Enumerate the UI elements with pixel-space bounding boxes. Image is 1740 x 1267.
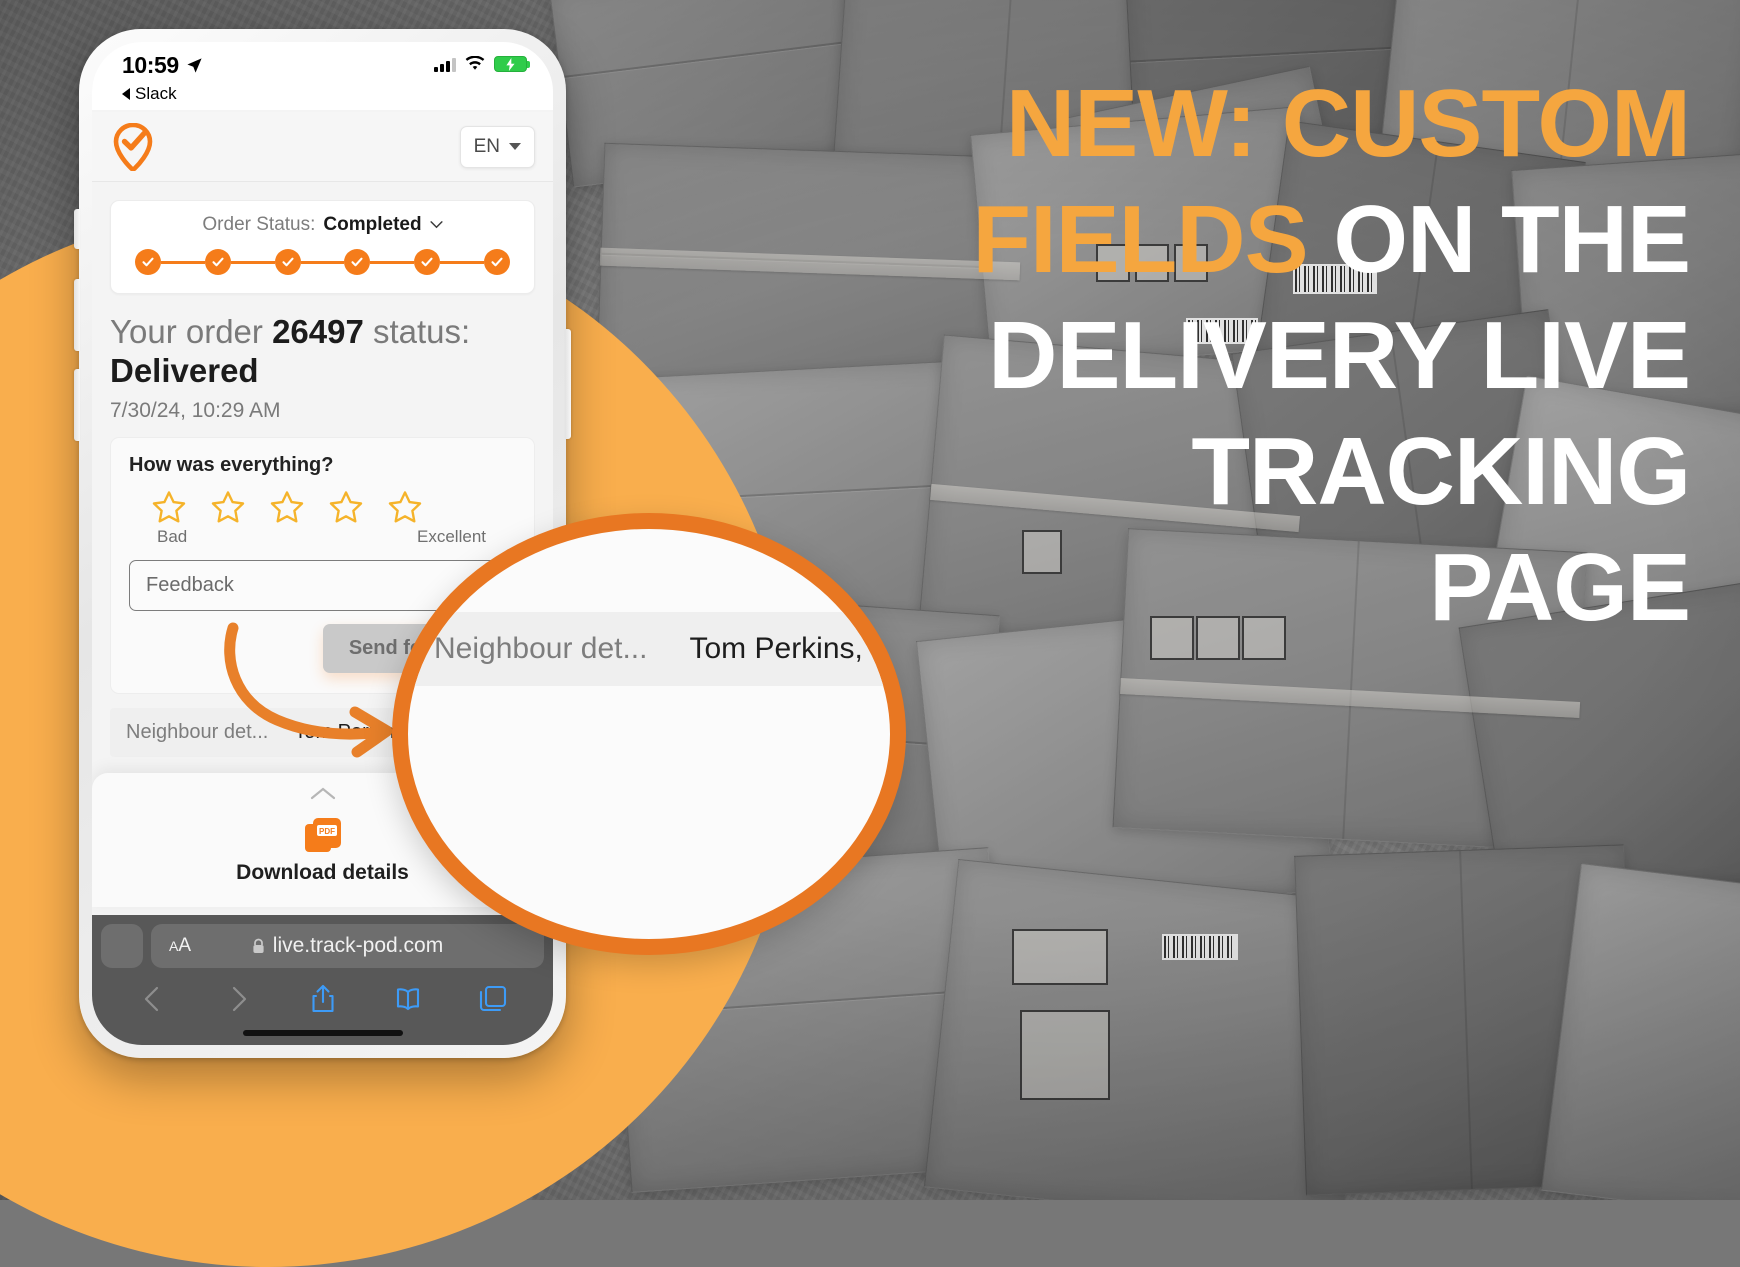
magnified-custom-field-value: Tom Perkins, door on the bbox=[689, 632, 905, 665]
volume-up-button[interactable] bbox=[74, 279, 80, 351]
step-dot bbox=[204, 249, 231, 275]
safari-toolbar bbox=[92, 968, 553, 1030]
lock-icon bbox=[253, 938, 264, 953]
star-outline-icon[interactable] bbox=[269, 490, 305, 525]
svg-text:PDF: PDF bbox=[319, 827, 335, 836]
magnified-custom-field-row: Neighbour det... Tom Perkins, door on th… bbox=[408, 612, 905, 686]
home-indicator bbox=[242, 1030, 403, 1036]
power-button[interactable] bbox=[565, 329, 571, 439]
star-label-low: Bad bbox=[157, 527, 188, 546]
safari-url-bar: AA live.track-pod.com bbox=[101, 924, 544, 968]
magnifier-content: edback Send Neighbour det... Tom Perkins… bbox=[408, 529, 905, 686]
status-bar-time: 10:59 bbox=[122, 52, 179, 78]
step-dot bbox=[414, 249, 441, 275]
charging-bolt-icon bbox=[506, 58, 515, 71]
reload-button[interactable] bbox=[101, 924, 143, 968]
back-icon[interactable] bbox=[138, 984, 168, 1014]
share-icon[interactable] bbox=[308, 984, 338, 1014]
order-status-card: Order Status: Completed bbox=[110, 200, 535, 294]
star-rating[interactable] bbox=[151, 490, 516, 525]
battery-charging-icon bbox=[494, 56, 530, 72]
order-status-value: Completed bbox=[323, 214, 422, 235]
step-dot bbox=[135, 249, 161, 275]
safari-browser-chrome: AA live.track-pod.com bbox=[92, 915, 553, 1045]
feedback-question: How was everything? bbox=[129, 454, 334, 476]
track-pod-logo bbox=[113, 122, 153, 171]
order-status-label: Order Status: bbox=[202, 214, 316, 235]
address-bar-url: live.track-pod.com bbox=[272, 934, 444, 957]
headline-accent-1: NEW: CUSTOM bbox=[1005, 70, 1691, 177]
pdf-icon[interactable]: PDF bbox=[304, 816, 342, 854]
step-connector bbox=[161, 260, 205, 264]
headline-line-2: FIELDS ON THE bbox=[745, 182, 1691, 298]
back-triangle-icon bbox=[122, 88, 130, 100]
page-header: EN bbox=[92, 112, 553, 182]
tabs-icon[interactable] bbox=[478, 984, 508, 1014]
star-outline-icon[interactable] bbox=[151, 490, 187, 525]
headline-line-1: NEW: CUSTOM bbox=[745, 66, 1691, 182]
step-dot bbox=[274, 249, 301, 275]
order-progress-stepper bbox=[131, 249, 514, 275]
language-select[interactable]: EN bbox=[459, 125, 535, 168]
cellular-signal-icon bbox=[434, 57, 456, 72]
step-dot bbox=[483, 249, 510, 275]
ios-status-bar: 10:59 bbox=[92, 42, 553, 84]
order-title-suffix: status: bbox=[363, 313, 471, 350]
headline-line-4: TRACKING bbox=[1191, 418, 1691, 525]
volume-down-button[interactable] bbox=[74, 369, 80, 441]
step-dot bbox=[344, 249, 371, 275]
step-connector bbox=[440, 260, 484, 264]
silent-switch[interactable] bbox=[74, 209, 80, 249]
star-outline-icon[interactable] bbox=[387, 490, 423, 525]
language-value: EN bbox=[473, 135, 500, 157]
back-to-app-label: Slack bbox=[135, 84, 177, 103]
back-to-app-row[interactable]: Slack bbox=[92, 84, 553, 110]
order-number: 26497 bbox=[272, 313, 364, 350]
forward-icon[interactable] bbox=[223, 984, 253, 1014]
chevron-down-icon bbox=[430, 221, 443, 229]
headline-line-3: DELIVERY LIVE bbox=[988, 302, 1691, 409]
address-bar[interactable]: AA live.track-pod.com bbox=[151, 924, 544, 968]
chevron-down-icon bbox=[509, 143, 521, 150]
wifi-icon bbox=[465, 56, 485, 70]
order-title: Your order 26497 status: Delivered bbox=[110, 312, 535, 390]
order-status-text: Delivered bbox=[110, 352, 259, 389]
star-outline-icon[interactable] bbox=[210, 490, 246, 525]
headline-white-2: ON THE bbox=[1307, 186, 1691, 293]
chevron-up-icon[interactable] bbox=[310, 787, 336, 800]
bookmarks-icon[interactable] bbox=[393, 984, 423, 1014]
headline-accent-2: FIELDS bbox=[972, 186, 1308, 293]
order-timestamp: 7/30/24, 10:29 AM bbox=[110, 399, 281, 422]
star-outline-icon[interactable] bbox=[328, 490, 364, 525]
step-connector bbox=[300, 260, 345, 264]
magnifier-callout: edback Send Neighbour det... Tom Perkins… bbox=[392, 513, 906, 955]
order-title-prefix: Your order bbox=[110, 313, 273, 350]
location-arrow-icon bbox=[187, 58, 202, 73]
step-connector bbox=[370, 260, 415, 264]
step-connector bbox=[230, 260, 275, 264]
order-status-line[interactable]: Order Status: Completed bbox=[131, 214, 514, 236]
magnified-custom-field-key: Neighbour det... bbox=[434, 632, 648, 665]
